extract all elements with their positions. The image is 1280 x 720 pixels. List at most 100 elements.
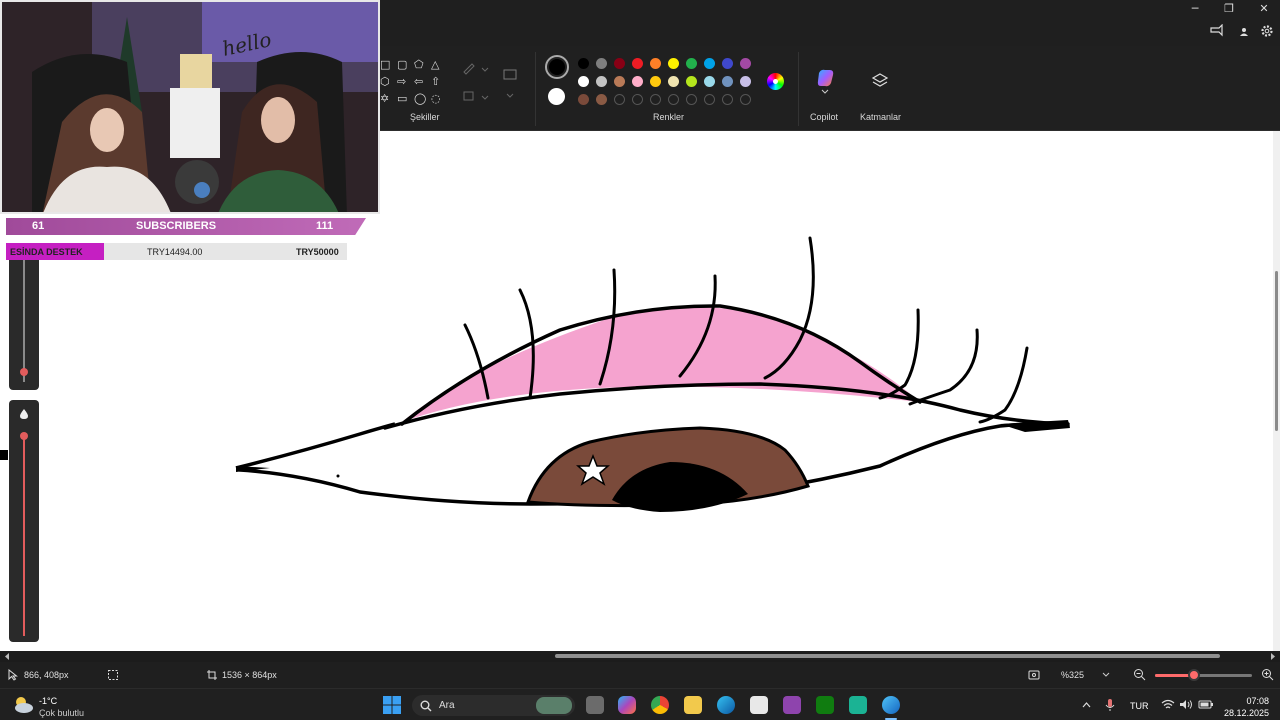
layers-button-label[interactable]: Katmanlar [860,112,901,122]
horizontal-scroll-thumb[interactable] [555,654,1220,658]
color-swatch[interactable] [578,76,589,87]
minimize-button[interactable]: ─ [1180,2,1210,16]
color-swatch[interactable] [578,58,589,69]
shape-item[interactable]: ▭ [397,93,407,104]
vertical-scroll-thumb[interactable] [1275,271,1278,431]
shape-item[interactable]: ✡ [380,93,389,104]
color-swatch[interactable] [740,76,751,87]
custom-color-slot[interactable] [650,94,661,105]
paint-app-icon[interactable] [882,696,900,714]
account-icon[interactable] [1239,26,1249,36]
copilot-icon[interactable] [815,67,837,89]
shape-item[interactable]: ◌ [431,93,441,104]
color-swatch[interactable] [722,76,733,87]
clock-time[interactable]: 07:08 [1228,696,1269,706]
custom-color-slot[interactable] [632,94,643,105]
fit-to-window-icon[interactable] [1027,668,1041,682]
color-swatch[interactable] [686,58,697,69]
zoom-slider[interactable] [1155,674,1252,677]
shape-item[interactable]: ⬠ [414,59,424,70]
copilot-button-label[interactable]: Copilot [810,112,838,122]
color-swatch[interactable] [668,76,679,87]
custom-color-slot[interactable] [668,94,679,105]
shape-item[interactable]: □ [380,59,390,70]
settings-gear-icon[interactable] [1260,24,1274,38]
vertical-scrollbar[interactable] [1273,131,1280,651]
custom-color-slot[interactable] [722,94,733,105]
app-purple-icon[interactable] [783,696,801,714]
shape-item[interactable]: ⇨ [397,76,406,87]
zoom-out-icon[interactable] [1133,668,1146,681]
color-swatch[interactable] [686,76,697,87]
custom-color-slot[interactable] [704,94,715,105]
opacity-slider-thumb[interactable] [20,432,28,440]
weather-cloud-icon[interactable] [12,695,34,715]
show-hidden-icons-chevron[interactable] [1082,702,1091,708]
color-swatch[interactable] [596,76,607,87]
start-windows-icon[interactable] [383,696,401,714]
chrome-icon[interactable] [651,696,669,714]
zoom-slider-thumb[interactable] [1187,669,1200,681]
store-icon[interactable] [750,696,768,714]
wifi-icon[interactable] [1161,699,1175,710]
app-teal-icon[interactable] [849,696,867,714]
color-swatch[interactable] [614,76,625,87]
battery-icon[interactable] [1198,698,1214,711]
zoom-dropdown-icon[interactable] [1102,672,1110,678]
color-swatch[interactable] [722,58,733,69]
scroll-right-icon[interactable] [1270,653,1276,660]
shape-item[interactable]: ⬡ [380,76,390,87]
file-explorer-icon[interactable] [684,696,702,714]
custom-color-slot[interactable] [686,94,697,105]
copilot-app-icon[interactable] [618,696,636,714]
restore-button[interactable]: ❐ [1214,2,1244,16]
shape-item[interactable]: ⇦ [414,76,423,87]
taskbar-search-box[interactable]: Ara [412,695,575,716]
horizontal-scrollbar[interactable] [0,651,1280,662]
scroll-left-icon[interactable] [4,653,10,660]
secondary-color-selector[interactable] [548,88,565,105]
search-icon [420,700,432,712]
share-icon[interactable] [1209,24,1225,38]
selection-size-icon [108,670,118,680]
color-swatch[interactable] [596,58,607,69]
xbox-icon[interactable] [816,696,834,714]
color-swatch[interactable] [578,94,589,105]
brush-size-slider-thumb[interactable] [20,368,28,376]
weather-desc[interactable]: Çok bulutlu [39,708,84,718]
color-swatch[interactable] [632,76,643,87]
clock-date[interactable]: 28.12.2025 [1222,708,1269,718]
color-swatch[interactable] [704,58,715,69]
layers-icon[interactable] [871,72,889,90]
shape-item[interactable]: △ [431,59,439,70]
color-swatch[interactable] [740,58,751,69]
color-swatch[interactable] [704,76,715,87]
custom-color-slot[interactable] [740,94,751,105]
shape-outline-fill-icons[interactable] [460,60,520,106]
volume-icon[interactable] [1179,698,1193,711]
canvas-size-icon [207,670,217,680]
input-language[interactable]: TUR [1130,701,1149,711]
shape-item[interactable]: ▢ [397,59,407,70]
color-swatch[interactable] [614,58,625,69]
edge-icon[interactable] [717,696,735,714]
zoom-level-select[interactable]: %325 [1061,670,1084,680]
close-button[interactable]: ✕ [1249,2,1279,16]
edit-colors-icon[interactable] [767,73,784,90]
zoom-in-icon[interactable] [1261,668,1274,681]
primary-color-selector[interactable] [545,55,569,79]
color-swatch[interactable] [596,94,607,105]
color-swatch[interactable] [650,58,661,69]
copilot-dropdown-icon[interactable] [821,89,829,95]
color-swatch[interactable] [668,58,679,69]
shapes-group-label: Şekiller [410,112,440,122]
color-swatch[interactable] [650,76,661,87]
color-swatch[interactable] [632,58,643,69]
microphone-icon[interactable] [1105,698,1115,712]
shape-item[interactable]: ◯ [414,93,426,104]
weather-temp[interactable]: -1°C [39,696,57,706]
task-view-icon[interactable] [586,696,604,714]
brush-size-panel [9,248,39,390]
custom-color-slot[interactable] [614,94,625,105]
shape-item[interactable]: ⇧ [431,76,440,87]
